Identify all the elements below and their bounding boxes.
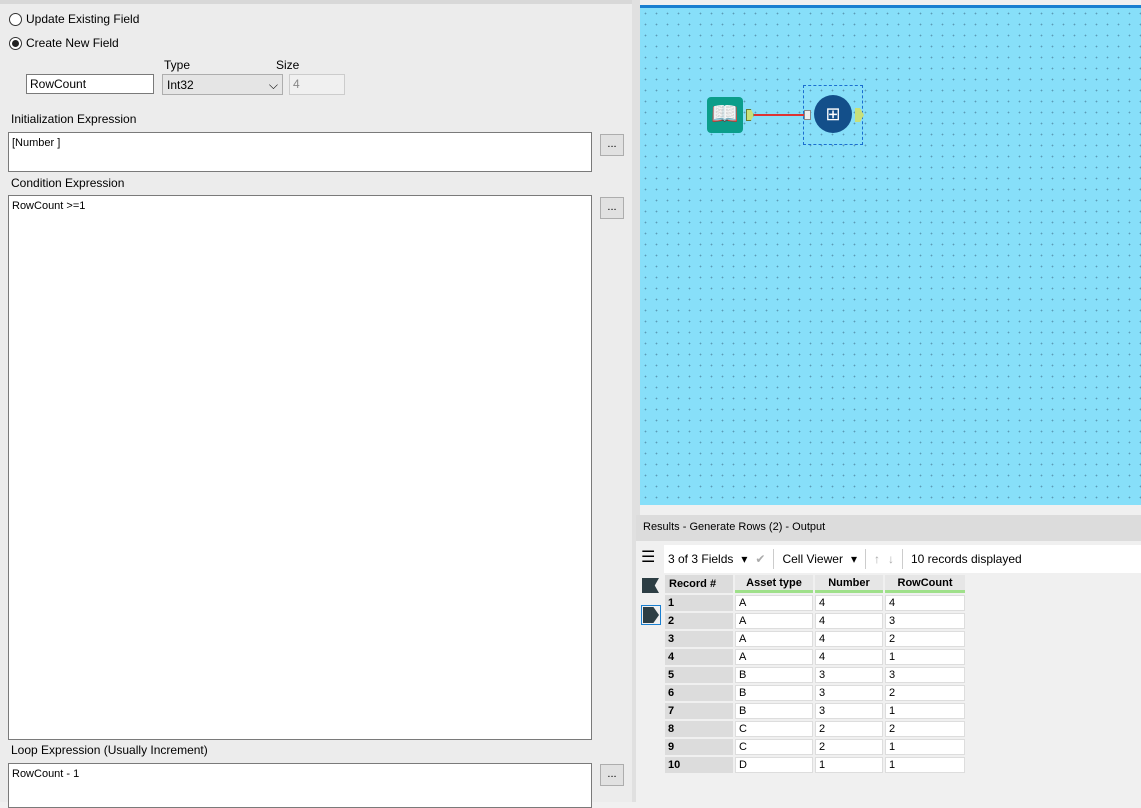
table-cell[interactable]: A <box>735 613 813 629</box>
table-cell[interactable]: 4 <box>885 595 965 611</box>
table-cell[interactable]: 4 <box>815 631 883 647</box>
table-cell[interactable]: 4 <box>815 649 883 665</box>
table-cell[interactable]: 2 <box>815 721 883 737</box>
create-new-radio[interactable]: Create New Field <box>9 36 119 50</box>
type-value: Int32 <box>167 78 194 92</box>
init-expression-button[interactable]: ... <box>600 134 624 156</box>
list-icon[interactable]: ☰ <box>641 550 655 566</box>
chevron-down-icon: ⌵ <box>268 78 278 92</box>
workflow-canvas[interactable]: 📖 ⊞ <box>640 5 1141 505</box>
output-anchor-icon[interactable] <box>746 109 754 121</box>
table-cell[interactable]: A <box>735 649 813 665</box>
tag-icon[interactable] <box>642 578 659 593</box>
record-number[interactable]: 8 <box>665 721 733 737</box>
divider <box>864 549 866 569</box>
table-cell[interactable]: A <box>735 595 813 611</box>
field-name-input[interactable]: RowCount <box>26 74 154 94</box>
results-panel: Results - Generate Rows (2) - Output ☰ 3… <box>636 515 1141 802</box>
loop-label: Loop Expression (Usually Increment) <box>11 743 208 757</box>
caret-down-icon[interactable]: ▾ <box>851 552 857 566</box>
record-number[interactable]: 6 <box>665 685 733 701</box>
loop-expression-button[interactable]: ... <box>600 764 624 786</box>
table-row[interactable]: 2A43 <box>665 613 965 629</box>
table-cell[interactable]: B <box>735 703 813 719</box>
condition-expression-input[interactable]: RowCount >=1 <box>8 195 592 740</box>
table-cell[interactable]: 4 <box>815 613 883 629</box>
table-cell[interactable]: A <box>735 631 813 647</box>
cell-viewer-dropdown[interactable]: Cell Viewer <box>782 552 842 566</box>
column-header[interactable]: Number <box>815 575 883 593</box>
caret-down-icon[interactable]: ▾ <box>741 552 747 566</box>
fields-dropdown[interactable]: 3 of 3 Fields <box>668 552 733 566</box>
record-number[interactable]: 10 <box>665 757 733 773</box>
table-cell[interactable]: B <box>735 685 813 701</box>
table-row[interactable]: 8C22 <box>665 721 965 737</box>
record-number[interactable]: 9 <box>665 739 733 755</box>
radio-label: Update Existing Field <box>26 12 140 26</box>
table-cell[interactable]: 3 <box>815 667 883 683</box>
record-number[interactable]: 7 <box>665 703 733 719</box>
input-data-tool-icon[interactable]: 📖 <box>707 97 743 133</box>
table-row[interactable]: 7B31 <box>665 703 965 719</box>
record-number[interactable]: 2 <box>665 613 733 629</box>
table-row[interactable]: 3A42 <box>665 631 965 647</box>
configuration-panel: Update Existing Field Create New Field T… <box>0 0 632 808</box>
record-number[interactable]: 5 <box>665 667 733 683</box>
table-row[interactable]: 5B33 <box>665 667 965 683</box>
results-toolbar: 3 of 3 Fields ▾ ✔ Cell Viewer ▾ ↑ ↓ 10 recor… <box>664 545 1141 573</box>
table-cell[interactable]: C <box>735 739 813 755</box>
divider <box>901 549 903 569</box>
type-label: Type <box>164 58 191 72</box>
table-row[interactable]: 10 D 1 1 <box>665 757 965 773</box>
table-cell[interactable]: 3 <box>815 703 883 719</box>
table-cell[interactable]: 4 <box>815 595 883 611</box>
table-cell[interactable]: D <box>735 757 813 773</box>
divider <box>773 549 775 569</box>
connection-line <box>754 114 806 116</box>
record-number[interactable]: 1 <box>665 595 733 611</box>
generate-rows-tool-icon[interactable]: ⊞ <box>814 95 852 133</box>
size-label: Size <box>276 58 300 72</box>
condition-label: Condition Expression <box>11 176 125 190</box>
table-cell[interactable]: B <box>735 667 813 683</box>
table-cell[interactable]: 3 <box>885 613 965 629</box>
radio-label: Create New Field <box>26 36 119 50</box>
column-header[interactable]: Record # <box>665 575 733 593</box>
loop-expression-input[interactable]: RowCount - 1 <box>8 763 592 808</box>
table-row[interactable]: 6B32 <box>665 685 965 701</box>
table-cell[interactable]: 2 <box>815 739 883 755</box>
table-cell[interactable]: 2 <box>885 631 965 647</box>
condition-expression-button[interactable]: ... <box>600 197 624 219</box>
input-anchor-icon[interactable] <box>804 110 811 120</box>
table-cell[interactable]: 2 <box>885 721 965 737</box>
data-view-button[interactable] <box>641 605 661 625</box>
table-cell[interactable]: 1 <box>885 703 965 719</box>
init-label: Initialization Expression <box>11 112 137 126</box>
table-cell[interactable]: 3 <box>815 685 883 701</box>
table-cell[interactable]: 1 <box>885 739 965 755</box>
table-row[interactable]: 9C21 <box>665 739 965 755</box>
init-expression-input[interactable]: [Number ] <box>8 132 592 172</box>
column-header[interactable]: RowCount <box>885 575 965 593</box>
size-input[interactable]: 4 <box>289 74 345 95</box>
arrow-up-icon[interactable]: ↑ <box>874 552 880 566</box>
type-select[interactable]: Int32 ⌵ <box>162 74 283 95</box>
table-cell[interactable]: 1 <box>815 757 883 773</box>
table-cell[interactable]: 1 <box>885 757 965 773</box>
table-cell[interactable]: 1 <box>885 649 965 665</box>
records-count: 10 records displayed <box>910 552 1022 566</box>
record-number[interactable]: 3 <box>665 631 733 647</box>
column-header[interactable]: Asset type <box>735 575 813 593</box>
arrow-down-icon[interactable]: ↓ <box>888 552 894 566</box>
results-table: Record # Asset type Number RowCount 1A44… <box>663 573 967 775</box>
check-icon[interactable]: ✔ <box>755 552 765 566</box>
table-cell[interactable]: 3 <box>885 667 965 683</box>
record-number[interactable]: 4 <box>665 649 733 665</box>
table-row[interactable]: 4A41 <box>665 649 965 665</box>
table-cell[interactable]: C <box>735 721 813 737</box>
table-cell[interactable]: 2 <box>885 685 965 701</box>
table-row[interactable]: 1A44 <box>665 595 965 611</box>
results-title: Results - Generate Rows (2) - Output <box>636 515 1141 541</box>
update-existing-radio[interactable]: Update Existing Field <box>9 12 139 26</box>
